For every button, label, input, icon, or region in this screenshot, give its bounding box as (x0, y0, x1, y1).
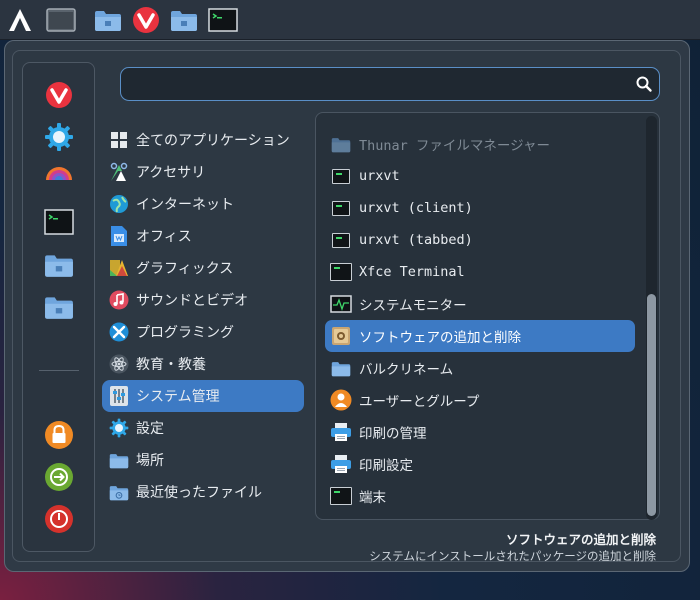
terminal-icon (330, 197, 352, 219)
app-label: Thunar ファイルマネージャー (359, 138, 550, 154)
top-panel (0, 0, 700, 40)
graphics-icon (108, 257, 130, 279)
category-list: 全てのアプリケーション アクセサリ インターネット オフィス グラフィックス サ… (102, 124, 304, 508)
app-label: 端末 (359, 490, 386, 506)
category-graphics[interactable]: グラフィックス (102, 252, 304, 284)
scrollbar-thumb[interactable] (647, 294, 656, 516)
terminal-icon[interactable] (43, 206, 75, 238)
system-icon (108, 385, 130, 407)
app-users-groups[interactable]: ユーザーとグループ (325, 384, 635, 416)
category-sound-video[interactable]: サウンドとビデオ (102, 284, 304, 316)
app-urxvt-client[interactable]: urxvt (client) (325, 192, 635, 224)
selected-app-title: ソフトウェアの追加と削除 (505, 532, 656, 547)
accessories-icon (108, 161, 130, 183)
app-label: 印刷の管理 (359, 426, 427, 442)
category-places[interactable]: 場所 (102, 444, 304, 476)
category-accessories[interactable]: アクセサリ (102, 156, 304, 188)
selected-app-description: システムにインストールされたパッケージの追加と削除 (369, 549, 656, 563)
app-urxvt-tabbed[interactable]: urxvt (tabbed) (325, 224, 635, 256)
desktop-icon[interactable] (46, 6, 76, 34)
app-print-manager[interactable]: 印刷の管理 (325, 416, 635, 448)
app-label: urxvt (359, 168, 400, 184)
music-icon (108, 289, 130, 311)
lock-icon[interactable] (43, 419, 75, 451)
category-system[interactable]: システム管理 (102, 380, 304, 412)
grid-icon (108, 129, 130, 151)
category-label: 教育・教養 (136, 357, 206, 373)
category-label: プログラミング (136, 325, 234, 341)
folder-icon[interactable] (170, 6, 198, 34)
category-label: インターネット (136, 197, 234, 213)
app-label: バルクリネーム (359, 362, 454, 378)
printer-icon (330, 421, 352, 443)
category-label: オフィス (136, 229, 192, 245)
app-label: ユーザーとグループ (359, 394, 480, 410)
app-label: urxvt (tabbed) (359, 232, 473, 248)
category-education[interactable]: 教育・教養 (102, 348, 304, 380)
system-monitor-icon (330, 293, 352, 315)
app-thunar[interactable]: Thunar ファイルマネージャー (325, 128, 635, 160)
terminal-icon (330, 261, 352, 283)
terminal-icon (330, 165, 352, 187)
app-urxvt[interactable]: urxvt (325, 160, 635, 192)
gear-icon (108, 417, 130, 439)
category-programming[interactable]: プログラミング (102, 316, 304, 348)
printer-icon (330, 453, 352, 475)
app-label: システムモニター (359, 298, 467, 314)
application-list[interactable]: Thunar ファイルマネージャー urxvt urxvt (client) u… (315, 112, 660, 520)
app-label: Xfce Terminal (359, 264, 465, 280)
search-icon[interactable] (635, 75, 653, 93)
terminal-icon (330, 485, 352, 507)
office-icon (108, 225, 130, 247)
favorites-sidebar (22, 62, 95, 552)
programming-icon (108, 321, 130, 343)
recent-icon (108, 481, 130, 503)
users-icon (330, 389, 352, 411)
settings-icon[interactable] (43, 121, 75, 153)
category-label: システム管理 (136, 389, 220, 405)
folder-icon (108, 449, 130, 471)
logout-icon[interactable] (43, 461, 75, 493)
category-label: 全てのアプリケーション (136, 133, 290, 149)
folder-icon[interactable] (43, 249, 75, 281)
category-all[interactable]: 全てのアプリケーション (102, 124, 304, 156)
app-print-settings[interactable]: 印刷設定 (325, 448, 635, 480)
category-label: 設定 (136, 421, 164, 437)
category-office[interactable]: オフィス (102, 220, 304, 252)
app-xfce-terminal[interactable]: Xfce Terminal (325, 256, 635, 288)
search-field[interactable] (129, 73, 629, 95)
app-software-manager[interactable]: ソフトウェアの追加と削除 (325, 320, 635, 352)
app-label: 印刷設定 (359, 458, 413, 474)
category-label: サウンドとビデオ (136, 293, 248, 309)
category-recent[interactable]: 最近使ったファイル (102, 476, 304, 508)
category-label: アクセサリ (136, 165, 206, 181)
app-terminal[interactable]: 端末 (325, 480, 635, 512)
sidebar-divider (39, 370, 79, 371)
app-label: ソフトウェアの追加と削除 (359, 330, 521, 346)
vivaldi-icon[interactable] (43, 79, 75, 111)
app-system-monitor[interactable]: システムモニター (325, 288, 635, 320)
vivaldi-icon[interactable] (132, 6, 160, 34)
category-label: 場所 (136, 453, 164, 469)
category-internet[interactable]: インターネット (102, 188, 304, 220)
app-label: urxvt (client) (359, 200, 473, 216)
folder-icon[interactable] (43, 291, 75, 323)
folder-icon (330, 357, 352, 379)
power-icon[interactable] (43, 503, 75, 535)
app-bulk-rename[interactable]: バルクリネーム (325, 352, 635, 384)
app-menu-icon[interactable] (6, 6, 34, 34)
folder-icon (330, 133, 352, 155)
category-settings[interactable]: 設定 (102, 412, 304, 444)
category-label: 最近使ったファイル (136, 485, 262, 501)
folder-icon[interactable] (94, 6, 122, 34)
atom-icon (108, 353, 130, 375)
globe-icon (108, 193, 130, 215)
package-icon (330, 325, 352, 347)
search-input[interactable] (120, 67, 660, 101)
color-picker-icon[interactable] (43, 164, 75, 196)
terminal-icon (330, 229, 352, 251)
category-label: グラフィックス (136, 261, 234, 277)
terminal-icon[interactable] (208, 6, 238, 34)
app-list-scrollbar[interactable] (646, 116, 657, 520)
